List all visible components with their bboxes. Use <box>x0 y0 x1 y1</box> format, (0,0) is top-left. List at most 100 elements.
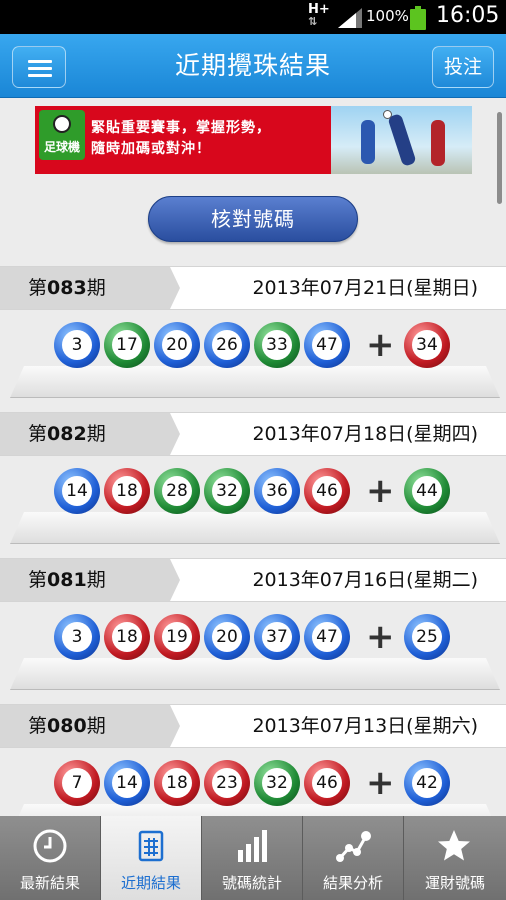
status-bar: H+ ⇅ 100% 16:05 <box>0 0 506 34</box>
ad-slogan: 緊貼重要賽事，掌握形勢， 隨時加碼或對沖！ <box>91 118 271 160</box>
lottery-ball: 7 <box>54 760 100 806</box>
draw-period: 第083期 <box>0 267 180 309</box>
lottery-ball: 46 <box>304 760 350 806</box>
soccer-ball-icon <box>53 115 71 133</box>
lottery-ball: 46 <box>304 468 350 514</box>
lottery-ball: 18 <box>104 468 150 514</box>
scrollbar-thumb[interactable] <box>497 112 502 204</box>
ad-banner[interactable]: 足球機 緊貼重要賽事，掌握形勢， 隨時加碼或對沖！ <box>35 106 472 174</box>
lottery-ball: 20 <box>204 614 250 660</box>
ad-slogan-line2: 隨時加碼或對沖！ <box>91 141 211 157</box>
plus-icon: + <box>366 763 395 803</box>
nav-item-lucky-numbers[interactable]: 運財號碼 <box>404 816 506 900</box>
star-icon <box>438 830 470 861</box>
draw-header: 第082期 2013年07月18日(星期四) <box>0 412 506 456</box>
ball-number: 33 <box>262 330 292 360</box>
ball-number: 32 <box>212 476 242 506</box>
ball-number: 47 <box>312 622 342 652</box>
draw-date: 2013年07月21日(星期日) <box>252 277 478 299</box>
lottery-ball: 19 <box>154 614 200 660</box>
nav-label: 近期結果 <box>120 874 181 892</box>
ball-number: 37 <box>262 622 292 652</box>
draw-date: 2013年07月16日(星期二) <box>252 569 478 591</box>
lottery-ball: 36 <box>254 468 300 514</box>
status-clock: 16:05 <box>436 3 500 28</box>
lottery-ball: 37 <box>254 614 300 660</box>
network-indicator: H+ ⇅ <box>308 3 330 28</box>
lottery-ball: 47 <box>304 322 350 368</box>
nav-item-latest-results[interactable]: 最新結果 <box>0 816 101 900</box>
ball-number: 18 <box>112 476 142 506</box>
ball-shelf <box>10 366 500 398</box>
bar-chart-icon <box>238 830 267 862</box>
ball-shelf <box>10 512 500 544</box>
player-figure <box>361 120 375 164</box>
data-arrows-icon: ⇅ <box>308 15 318 28</box>
draw-result[interactable]: 第082期 2013年07月18日(星期四) 14 18 28 32 36 46 +44 <box>0 412 506 552</box>
nav-item-recent-results[interactable]: 近期結果 <box>101 816 202 900</box>
ball-number: 3 <box>62 622 92 652</box>
ball-number: 14 <box>112 768 142 798</box>
extra-ball: 34 <box>404 322 450 368</box>
extra-ball: 25 <box>404 614 450 660</box>
signal-icon <box>338 8 362 28</box>
soccer-photo <box>331 106 472 174</box>
battery-percent: 100% <box>366 7 409 25</box>
ball-number: 32 <box>262 768 292 798</box>
lottery-ball: 20 <box>154 322 200 368</box>
draw-header: 第083期 2013年07月21日(星期日) <box>0 266 506 310</box>
nav-label: 結果分析 <box>322 874 383 892</box>
ball-number: 3 <box>62 330 92 360</box>
draw-result[interactable]: 第081期 2013年07月16日(星期二) 3 18 19 20 37 47 +25 <box>0 558 506 698</box>
check-numbers-button[interactable]: 核對號碼 <box>148 196 358 242</box>
ball-number: 46 <box>312 476 342 506</box>
lottery-ball: 17 <box>104 322 150 368</box>
period-number: 081 <box>47 569 87 591</box>
battery-icon <box>410 6 426 30</box>
nav-label: 號碼統計 <box>221 874 282 892</box>
soccer-ball-icon <box>383 110 392 119</box>
ball-number: 42 <box>412 768 442 798</box>
lottery-ball: 18 <box>104 614 150 660</box>
ball-number: 23 <box>212 768 242 798</box>
ball-number: 20 <box>162 330 192 360</box>
ball-number: 19 <box>162 622 192 652</box>
nav-item-result-analysis[interactable]: 結果分析 <box>303 816 404 900</box>
lottery-ball: 14 <box>54 468 100 514</box>
draw-result[interactable]: 第083期 2013年07月21日(星期日) 3 17 20 26 33 47 +34 <box>0 266 506 406</box>
lottery-ball: 47 <box>304 614 350 660</box>
bet-button[interactable]: 投注 <box>432 46 494 88</box>
period-number: 080 <box>47 715 87 737</box>
ball-number: 7 <box>62 768 92 798</box>
ball-number: 14 <box>62 476 92 506</box>
lottery-ball: 3 <box>54 614 100 660</box>
period-prefix: 第 <box>28 715 48 737</box>
lottery-ball: 14 <box>104 760 150 806</box>
lottery-ball: 26 <box>204 322 250 368</box>
nav-label: 最新結果 <box>19 874 80 892</box>
ball-number: 28 <box>162 476 192 506</box>
period-number: 082 <box>47 423 87 445</box>
ball-number: 34 <box>412 330 442 360</box>
player-figure <box>431 120 445 166</box>
nav-label: 運財號碼 <box>424 874 485 892</box>
lottery-ball: 18 <box>154 760 200 806</box>
period-suffix: 期 <box>86 715 106 737</box>
period-number: 083 <box>47 277 87 299</box>
page-title: 近期攪珠結果 <box>174 51 331 80</box>
player-figure <box>387 113 417 167</box>
draw-date: 2013年07月18日(星期四) <box>252 423 478 445</box>
lottery-ball: 32 <box>254 760 300 806</box>
draw-period: 第081期 <box>0 559 180 601</box>
ball-number: 26 <box>212 330 242 360</box>
lottery-ball: 33 <box>254 322 300 368</box>
period-prefix: 第 <box>28 423 48 445</box>
extra-ball: 42 <box>404 760 450 806</box>
ball-number: 44 <box>412 476 442 506</box>
ball-number: 18 <box>162 768 192 798</box>
plus-icon: + <box>366 325 395 365</box>
period-prefix: 第 <box>28 569 48 591</box>
draw-header: 第080期 2013年07月13日(星期六) <box>0 704 506 748</box>
nav-item-number-stats[interactable]: 號碼統計 <box>202 816 303 900</box>
ball-number: 20 <box>212 622 242 652</box>
